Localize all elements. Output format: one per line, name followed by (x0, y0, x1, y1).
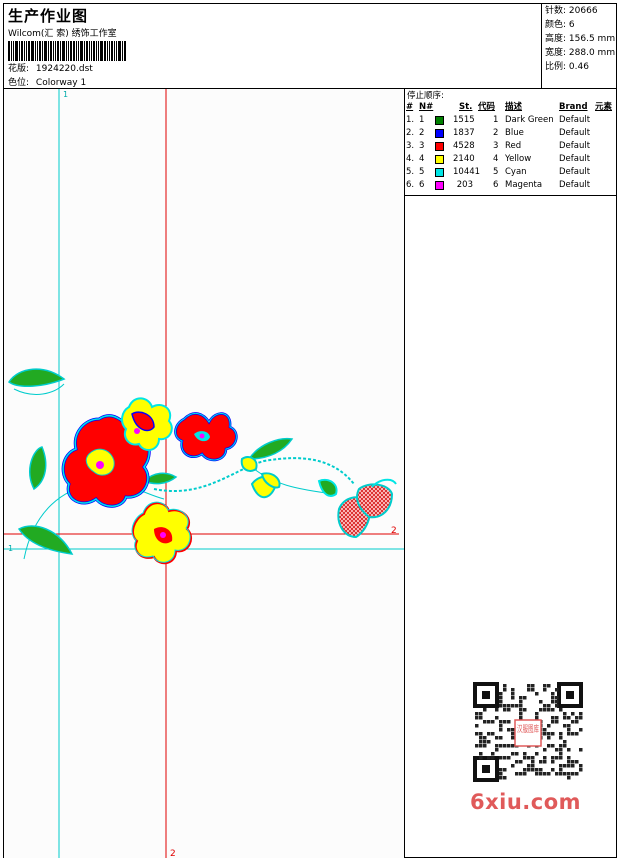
colorway-value: Colorway 1 (35, 78, 87, 88)
col-index: # (406, 102, 414, 112)
row-needle: 3 (419, 141, 425, 151)
row-description: Dark Green (505, 115, 554, 125)
row-brand: Default (559, 128, 591, 138)
production-sheet: 生产作业图 Wilcom(汇 索) 绣饰工作室 花版: 1924220.dst … (0, 0, 620, 861)
stat-scale: 比例: 0.46 (545, 62, 589, 72)
col-needle: N# (419, 102, 434, 112)
row-brand: Default (559, 167, 591, 177)
design-preview: 1 1 2 2 (4, 89, 405, 858)
col-stitches: St. (459, 102, 473, 112)
row-brand: Default (559, 154, 591, 164)
row-brand: Default (559, 141, 591, 151)
row-code: 6 (493, 180, 499, 190)
flower-crosshatch (317, 478, 397, 539)
leaf (247, 437, 294, 460)
cyan-h-label: 1 (8, 544, 13, 553)
row-code: 1 (493, 115, 499, 125)
row-index: 2. (406, 128, 415, 138)
row-code: 5 (493, 167, 499, 177)
design-stats: 针数: 20666 颜色: 6 高度: 156.5 mm 宽度: 288.0 m… (541, 4, 617, 88)
row-stitches: 1515 (453, 115, 475, 125)
row-description: Yellow (505, 154, 532, 164)
stop-sequence-header: # N# St. 代码 描述 Brand 元素 (405, 101, 616, 114)
design-file-label: 花版: (8, 64, 30, 74)
row-stitches: 2140 (453, 154, 475, 164)
row-needle: 2 (419, 128, 425, 138)
stat-stitches: 针数: 20666 (545, 6, 598, 16)
colorway-label: 色位: (8, 78, 30, 88)
watermark-site: 6xiu.com (470, 790, 582, 814)
leaf (17, 525, 74, 555)
barcode (8, 41, 144, 61)
stop-sequence-title: 停止顺序: (407, 91, 444, 101)
stat-colors: 颜色: 6 (545, 20, 575, 30)
stop-sequence-panel: 停止顺序: # N# St. 代码 描述 Brand 元素 1. 1 1515 1 Da… (405, 89, 616, 196)
row-index: 6. (406, 180, 415, 190)
qr-code: 汉服图库 (473, 682, 583, 782)
color-swatch (435, 168, 444, 177)
stop-sequence-row: 3. 3 4528 3 Red Default (405, 140, 616, 153)
color-swatch (435, 181, 444, 190)
stop-sequence-row: 6. 6 203 6 Magenta Default (405, 179, 616, 192)
colorway-line: 色位: Colorway 1 (8, 75, 86, 88)
color-swatch (435, 116, 444, 125)
stamp-text: 汉服图库 (517, 723, 539, 735)
col-code: 代码 (478, 102, 496, 112)
row-index: 3. (406, 141, 415, 151)
stop-sequence-row: 5. 5 10441 5 Cyan Default (405, 166, 616, 179)
row-stitches: 10441 (453, 167, 481, 177)
stop-sequence-row: 4. 4 2140 4 Yellow Default (405, 153, 616, 166)
row-code: 4 (493, 154, 499, 164)
row-code: 2 (493, 128, 499, 138)
row-index: 5. (406, 167, 415, 177)
cyan-v-label: 1 (63, 90, 68, 99)
embroidery-drawing: 1 1 2 2 (4, 89, 404, 858)
color-swatch (435, 129, 444, 138)
row-stitches: 203 (456, 180, 473, 190)
color-swatch (435, 155, 444, 164)
page-title: 生产作业图 (8, 7, 89, 25)
stop-sequence-row: 2. 2 1837 2 Blue Default (405, 127, 616, 140)
leaf (29, 446, 47, 491)
bud-yellow (240, 456, 258, 472)
row-needle: 5 (419, 167, 425, 177)
row-code: 3 (493, 141, 499, 151)
row-needle: 6 (419, 180, 425, 190)
flower-red-mid (174, 412, 238, 462)
col-brand: Brand (559, 102, 588, 112)
row-stitches: 1837 (453, 128, 475, 138)
red-v-label: 2 (170, 849, 176, 858)
red-h-label: 2 (391, 526, 397, 536)
row-brand: Default (559, 180, 591, 190)
row-needle: 4 (419, 154, 425, 164)
leaf (7, 368, 66, 387)
row-stitches: 4528 (453, 141, 475, 151)
row-brand: Default (559, 115, 591, 125)
stop-sequence-row: 1. 1 1515 1 Dark Green Default (405, 114, 616, 127)
row-index: 1. (406, 115, 415, 125)
col-description: 描述 (505, 102, 523, 112)
stat-width: 宽度: 288.0 mm (545, 48, 616, 58)
design-file-line: 花版: 1924220.dst (8, 61, 93, 74)
sheet-header: 生产作业图 Wilcom(汇 索) 绣饰工作室 花版: 1924220.dst … (4, 4, 616, 89)
col-element: 元素 (595, 102, 613, 112)
flower-yellow-bottom (131, 501, 192, 565)
row-needle: 1 (419, 115, 425, 125)
company-name: Wilcom(汇 索) 绣饰工作室 (8, 29, 117, 39)
color-swatch (435, 142, 444, 151)
stat-height: 高度: 156.5 mm (545, 34, 616, 44)
row-description: Cyan (505, 167, 527, 177)
row-description: Red (505, 141, 522, 151)
row-description: Magenta (505, 180, 543, 190)
flower-yellow-top (121, 397, 173, 451)
design-file-value: 1924220.dst (35, 64, 93, 74)
row-index: 4. (406, 154, 415, 164)
row-description: Blue (505, 128, 524, 138)
